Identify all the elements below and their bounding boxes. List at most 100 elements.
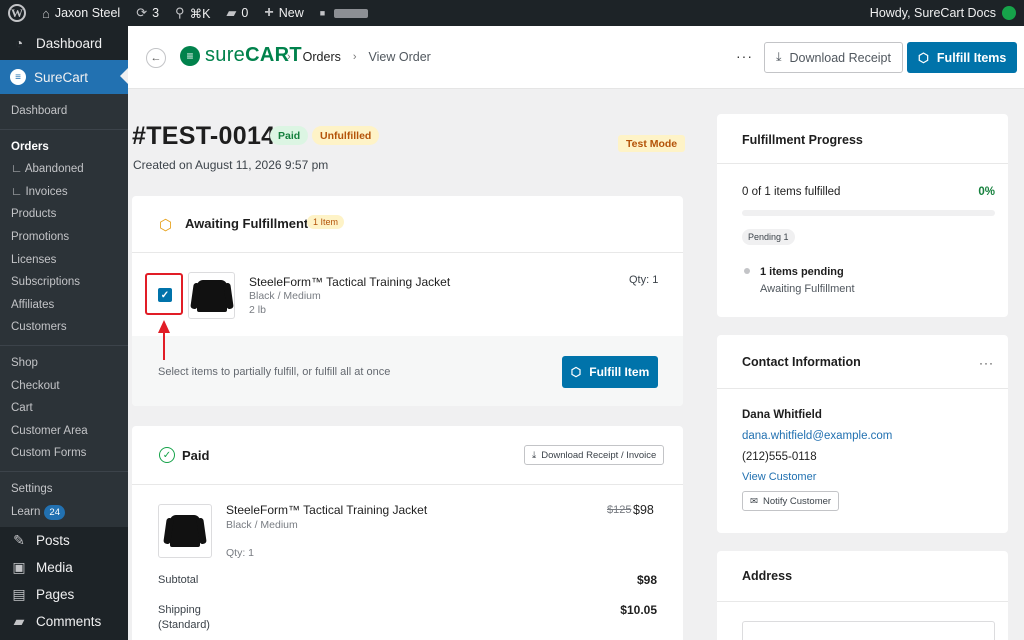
notify-customer-button[interactable]: ✉ Notify Customer bbox=[742, 491, 840, 511]
customer-phone: (212)555-0118 bbox=[742, 451, 817, 463]
submenu-invoices[interactable]: ∟ Invoices bbox=[0, 181, 128, 204]
submenu-custom-forms[interactable]: Custom Forms bbox=[0, 442, 128, 465]
item-name: SteeleForm™ Tactical Training Jacket bbox=[249, 275, 451, 289]
mail-icon: ✉ bbox=[750, 495, 758, 507]
download-receipt-invoice-label: Download Receipt / Invoice bbox=[541, 449, 657, 461]
submenu-learn[interactable]: Learn 24 bbox=[0, 501, 128, 524]
divider bbox=[132, 252, 683, 253]
surecart-icon: ≡ bbox=[10, 69, 26, 85]
item-quantity: Qty: 1 bbox=[629, 274, 659, 286]
square-icon: ■ bbox=[319, 8, 326, 18]
submenu-customers[interactable]: Customers bbox=[0, 316, 128, 339]
notify-customer-label: Notify Customer bbox=[762, 495, 832, 507]
submenu-orders[interactable]: Orders bbox=[0, 136, 128, 159]
submenu-promotions[interactable]: Promotions bbox=[0, 226, 128, 249]
box-icon: ⬡ bbox=[918, 51, 929, 65]
sidebar-item-pages[interactable]: ▤ Pages bbox=[0, 581, 128, 608]
fulfill-items-button[interactable]: ⬡ Fulfill Items bbox=[907, 42, 1018, 73]
learn-count-badge: 24 bbox=[44, 504, 65, 520]
arrow-up-annotation bbox=[158, 320, 170, 362]
arrow-left-icon: ← bbox=[150, 52, 162, 64]
item-name: SteeleForm™ Tactical Training Jacket bbox=[226, 503, 428, 517]
item-select-checkbox[interactable]: ✓ bbox=[158, 288, 172, 302]
shipping-label-text: Shipping bbox=[158, 604, 201, 616]
submenu-checkout[interactable]: Checkout bbox=[0, 375, 128, 398]
surecart-submenu: Dashboard Orders ∟ Abandoned ∟ Invoices … bbox=[0, 94, 128, 528]
sidebar-label-surecart: SureCart bbox=[34, 69, 89, 85]
fulfill-item-button[interactable]: ⬡ Fulfill Item bbox=[562, 356, 658, 388]
submenu-abandoned[interactable]: ∟ Abandoned bbox=[0, 158, 128, 181]
subtotal-label: Subtotal bbox=[158, 574, 199, 586]
avatar bbox=[1002, 6, 1016, 20]
submenu-dashboard[interactable]: Dashboard bbox=[0, 100, 128, 123]
progress-bar bbox=[742, 210, 995, 216]
breadcrumb-orders[interactable]: Orders bbox=[303, 50, 341, 64]
contact-information-title: Contact Information bbox=[742, 355, 861, 369]
divider bbox=[717, 388, 1008, 389]
contact-more-button[interactable]: ··· bbox=[979, 356, 994, 370]
search-shortcut-label: ⌘K bbox=[189, 6, 211, 21]
sidebar-item-dashboard[interactable]: ◔ Dashboard bbox=[0, 26, 128, 60]
surecart-logo-icon: ≡ bbox=[180, 45, 200, 66]
sidebar-label-pages: Pages bbox=[36, 587, 75, 603]
new-content-button[interactable]: + New bbox=[256, 0, 311, 26]
submenu-products[interactable]: Products bbox=[0, 203, 128, 226]
paid-summary-card: ✓ Paid ⤓ Download Receipt / Invoice Stee… bbox=[132, 426, 683, 640]
check-circle-icon: ✓ bbox=[159, 447, 175, 463]
wordpress-logo-button[interactable]: W bbox=[0, 0, 34, 26]
new-label: New bbox=[278, 6, 304, 20]
item-quantity: Qty: 1 bbox=[226, 547, 255, 559]
updates-link[interactable]: ⟳ 3 bbox=[128, 0, 167, 26]
comments-count: 0 bbox=[241, 6, 249, 20]
sidebar-label-media: Media bbox=[36, 560, 73, 576]
comment-icon: ▰ bbox=[226, 5, 237, 20]
breadcrumb-view-order: View Order bbox=[368, 50, 431, 64]
sidebar-item-posts[interactable]: ✎ Posts bbox=[0, 527, 128, 554]
divider bbox=[717, 601, 1008, 602]
progress-percent: 0% bbox=[978, 186, 995, 198]
home-icon: ⌂ bbox=[42, 5, 50, 21]
download-receipt-button[interactable]: ⤓ Download Receipt bbox=[764, 42, 903, 73]
pending-badge: Pending 1 bbox=[742, 229, 795, 245]
progress-status-text: 0 of 1 items fulfilled bbox=[742, 186, 841, 198]
comments-link[interactable]: ▰ 0 bbox=[218, 0, 256, 26]
customer-email-link[interactable]: dana.whitfield@example.com bbox=[742, 430, 892, 442]
redacted-label bbox=[334, 8, 369, 18]
pending-count: 1 items pending bbox=[760, 266, 844, 278]
admin-bar: W ⌂ Jaxon Steel ⟳ 3 ⚲ ⌘K ▰ 0 + New ■ How… bbox=[0, 0, 1024, 26]
order-number: #TEST-0014 bbox=[132, 122, 276, 150]
wordpress-icon: W bbox=[8, 4, 26, 22]
shipping-value: $10.05 bbox=[620, 603, 657, 617]
submenu-licenses[interactable]: Licenses bbox=[0, 249, 128, 272]
page-header: ← ≡ sureCART › Orders › View Order ··· ⤓… bbox=[128, 26, 1024, 89]
submenu-subscriptions[interactable]: Subscriptions bbox=[0, 271, 128, 294]
item-weight: 2 lb bbox=[249, 304, 266, 316]
current-price: $98 bbox=[633, 503, 654, 517]
submenu-settings[interactable]: Settings bbox=[0, 478, 128, 501]
sidebar-item-media[interactable]: ▣ Media bbox=[0, 554, 128, 581]
paid-status-badge: Paid bbox=[270, 126, 309, 145]
account-menu[interactable]: Howdy, SureCart Docs bbox=[870, 6, 1024, 20]
back-button[interactable]: ← bbox=[146, 48, 166, 68]
refresh-icon: ⟳ bbox=[136, 5, 148, 20]
submenu-affiliates[interactable]: Affiliates bbox=[0, 294, 128, 317]
view-customer-link[interactable]: View Customer bbox=[742, 471, 816, 483]
submenu-separator bbox=[0, 470, 128, 472]
awaiting-fulfillment-card: ⬡ Awaiting Fulfillment 1 Item ✓ SteeleFo… bbox=[132, 196, 683, 406]
sidebar-item-surecart[interactable]: ≡ SureCart bbox=[0, 60, 128, 94]
box-icon: ⬡ bbox=[159, 217, 173, 234]
blurred-item[interactable]: ■ bbox=[312, 0, 376, 26]
more-actions-button[interactable]: ··· bbox=[736, 48, 753, 64]
site-name-link[interactable]: ⌂ Jaxon Steel bbox=[34, 0, 128, 26]
chevron-right-icon: › bbox=[352, 51, 357, 63]
pages-icon: ▤ bbox=[12, 586, 26, 603]
address-field[interactable] bbox=[742, 621, 995, 640]
submenu-shop[interactable]: Shop bbox=[0, 352, 128, 375]
download-receipt-invoice-button[interactable]: ⤓ Download Receipt / Invoice bbox=[524, 445, 665, 465]
contact-information-card: Contact Information ··· Dana Whitfield d… bbox=[717, 335, 1008, 533]
submenu-cart[interactable]: Cart bbox=[0, 397, 128, 420]
search-shortcut-button[interactable]: ⚲ ⌘K bbox=[167, 0, 218, 26]
pending-dot-icon bbox=[744, 268, 750, 274]
submenu-customer-area[interactable]: Customer Area bbox=[0, 420, 128, 443]
sidebar-item-comments[interactable]: ▰ Comments bbox=[0, 608, 128, 635]
